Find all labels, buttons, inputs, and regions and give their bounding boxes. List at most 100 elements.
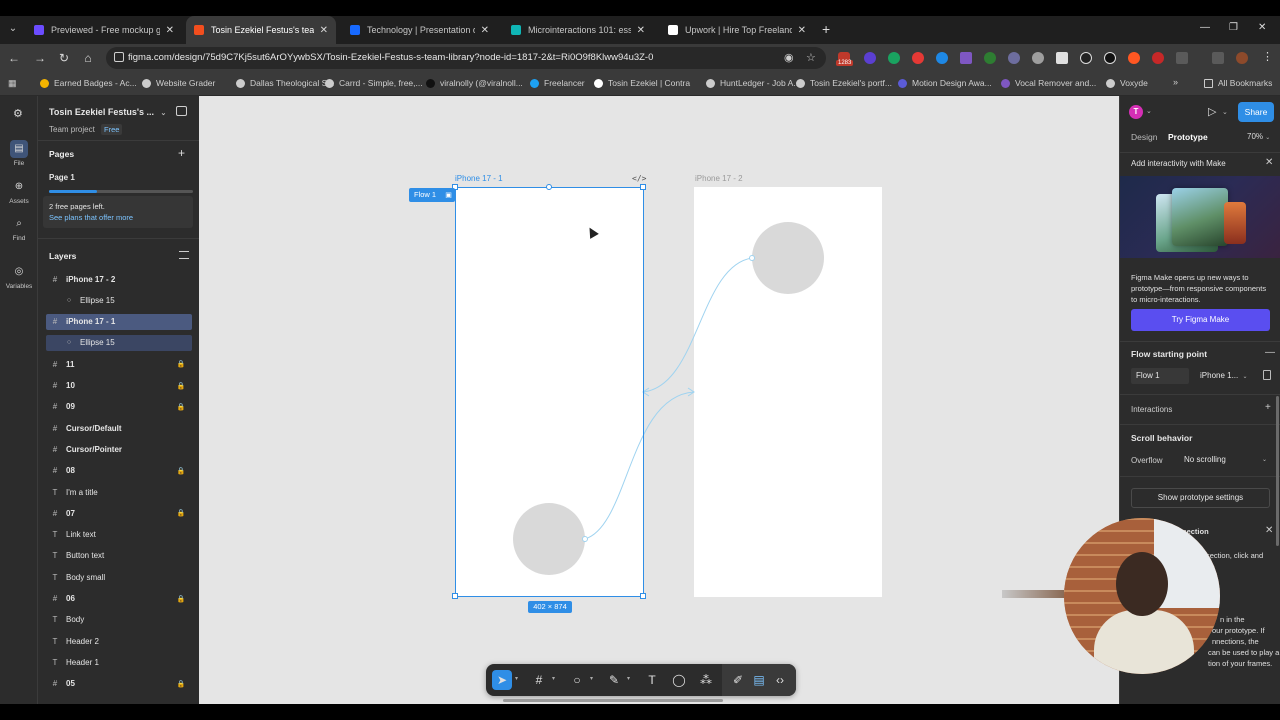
extension-icon[interactable] [1056,52,1068,64]
tab-prototype[interactable]: Prototype [1168,132,1208,142]
site-info-icon[interactable] [114,52,124,62]
bookmark-item[interactable]: Voxyde [1106,78,1148,88]
apps-grid-icon[interactable]: ▦ [8,78,17,89]
comment-tool-icon[interactable]: ◯ [669,670,689,690]
layer-row[interactable]: # iPhone 17 - 2 [46,271,192,287]
bookmark-item[interactable]: Vocal Remover and... [1001,78,1096,88]
layer-row[interactable]: T Header 2 [46,633,192,649]
actions-tool-icon[interactable]: ⁂ [696,670,716,690]
extension-icon[interactable] [1152,52,1164,64]
extension-icon[interactable] [984,52,996,64]
close-tab-icon[interactable]: ✕ [166,25,174,36]
connection-line[interactable] [642,257,753,393]
extension-icon[interactable] [1104,52,1116,64]
overflow-select[interactable]: No scrolling ⌄ [1179,452,1271,468]
layer-row[interactable]: T Header 1 [46,654,192,670]
reload-icon[interactable]: ↻ [56,50,72,66]
layer-row[interactable]: # Cursor/Pointer [46,441,192,457]
chevron-down-icon[interactable]: ▾ [627,675,630,682]
browser-tab[interactable]: Microinteractions 101: essentia ✕ [503,16,653,44]
close-tab-icon[interactable]: ✕ [320,25,328,36]
layers-list-icon[interactable] [179,251,189,259]
flow-frame-select[interactable]: iPhone 1... ⌄ [1195,368,1257,384]
lock-icon[interactable]: 🔒 [176,382,186,390]
tab-search-icon[interactable]: ⌄ [4,20,22,38]
home-icon[interactable]: ⌂ [80,50,96,66]
lock-icon[interactable]: 🔒 [176,595,186,603]
resize-handle[interactable] [452,593,458,599]
layer-row[interactable]: # iPhone 17 - 1 [46,313,192,330]
maximize-icon[interactable]: ❐ [1229,22,1238,33]
all-bookmarks[interactable]: All Bookmarks [1204,78,1272,88]
back-icon[interactable]: ← [6,50,22,66]
layer-row[interactable]: ○ Ellipse 15 [46,334,192,351]
minimize-icon[interactable]: — [1200,22,1210,33]
bookmark-item[interactable]: Dallas Theological S... [236,78,334,88]
bookmark-item[interactable]: Website Grader [142,78,215,88]
bookmark-item[interactable]: Motion Design Awa... [898,78,992,88]
design-mode-icon[interactable]: ▤ [749,670,769,690]
bookmark-item[interactable]: Earned Badges - Ac... [40,78,137,88]
rail-assets[interactable]: ⊕ Assets [0,178,38,205]
close-icon[interactable]: ✕ [1265,157,1273,168]
lock-icon[interactable]: 🔒 [176,680,186,688]
close-tab-icon[interactable]: ✕ [637,25,645,36]
extension-icon[interactable] [1008,52,1020,64]
remove-flow-icon[interactable]: — [1265,347,1275,358]
bookmark-item[interactable]: Tosin Ezekiel's portf... [796,78,892,88]
bookmarks-overflow-icon[interactable]: » [1173,77,1178,87]
chevron-down-icon[interactable]: ▾ [552,675,555,682]
rail-variables[interactable]: ◎ Variables [0,263,38,290]
resize-handle[interactable] [640,184,646,190]
lock-icon[interactable]: 🔒 [176,509,186,517]
bookmark-star-icon[interactable]: ☆ [806,51,816,64]
flow-settings-icon[interactable]: ▣ [445,192,452,199]
bookmark-item[interactable]: Freelancer [530,78,585,88]
download-icon[interactable] [1212,52,1224,64]
eye-off-icon[interactable]: ◉ [784,51,794,64]
figma-menu-icon[interactable]: ⚙ [13,107,23,120]
layer-row[interactable]: #11 🔒 [46,356,192,372]
extension-icon[interactable] [960,52,972,64]
text-tool-icon[interactable]: T [642,670,662,690]
add-page-icon[interactable]: + [178,146,185,160]
frame-tool-icon[interactable]: # [529,670,549,690]
chevron-down-icon[interactable]: ▾ [515,675,518,682]
profile-avatar[interactable] [1236,52,1248,64]
extension-icon[interactable] [936,52,948,64]
pen-tool-icon[interactable]: ✎ [604,670,624,690]
tab-design[interactable]: Design [1131,132,1157,142]
zoom-control[interactable]: 70% ⌄ [1247,132,1270,141]
resize-handle[interactable] [640,593,646,599]
share-button[interactable]: Share [1238,102,1274,122]
layer-row[interactable]: ○ Ellipse 15 [46,292,192,308]
dev-mode-icon[interactable]: ‹› [770,670,790,690]
lock-icon[interactable]: 🔒 [176,403,186,411]
project-title[interactable]: Tosin Ezekiel Festus's ... ⌄ [49,107,166,117]
close-window-icon[interactable]: ✕ [1258,22,1266,33]
layer-row[interactable]: T Body [46,612,192,628]
layer-row[interactable]: #08 🔒 [46,463,192,479]
flow-start-handle[interactable] [546,184,552,190]
page-item-page-1[interactable]: Page 1 [43,170,193,186]
bookmark-item[interactable]: HuntLedger - Job A... [706,78,800,88]
close-tip-icon[interactable]: ✕ [1265,525,1273,536]
chevron-down-icon[interactable]: ⌄ [1146,107,1152,115]
extensions-puzzle-icon[interactable] [1176,52,1188,64]
toggle-sidebar-icon[interactable] [176,106,187,116]
flow-name-input[interactable]: Flow 1 [1131,368,1189,384]
extension-icon[interactable] [1032,52,1044,64]
lock-icon[interactable]: 🔒 [176,467,186,475]
layer-row[interactable]: T Link text [46,527,192,543]
layer-row[interactable]: T Button text [46,548,192,564]
address-bar[interactable]: figma.com/design/75d9C7Kj5sut6ArOYywbSX/… [106,47,826,69]
draw-mode-icon[interactable]: ✐ [728,670,748,690]
extension-icon[interactable] [864,52,876,64]
close-tab-icon[interactable]: ✕ [481,25,489,36]
forward-icon[interactable]: → [32,50,48,66]
chevron-down-icon[interactable]: ⌄ [1222,108,1228,116]
try-figma-make-button[interactable]: Try Figma Make [1131,309,1270,331]
see-plans-link[interactable]: See plans that offer more [49,213,133,222]
extension-icon[interactable] [888,52,900,64]
bookmark-item[interactable]: Carrd - Simple, free,... [325,78,423,88]
